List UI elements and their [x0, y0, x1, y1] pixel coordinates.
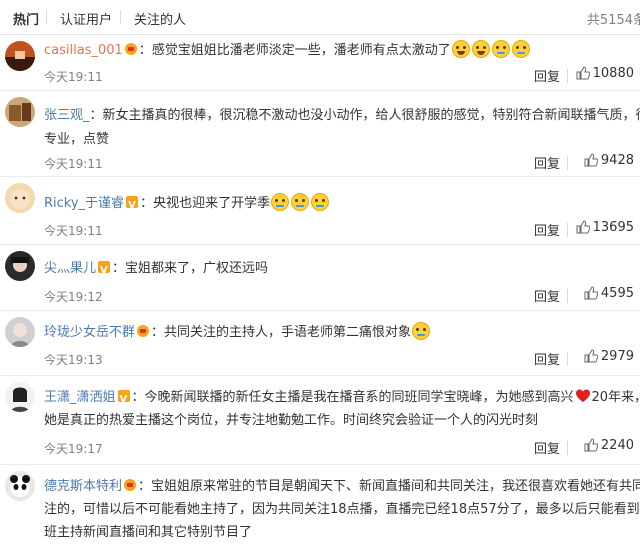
comment-time: 今天19:11 — [44, 70, 103, 84]
comment-tabs: 热门 认证用户 关注的人 共5154条 — [0, 0, 640, 35]
avatar[interactable] — [5, 97, 35, 127]
thumbs-up-icon — [576, 220, 590, 234]
laugh-cry-emoji-icon — [451, 40, 470, 58]
crying-emoji-icon — [311, 193, 330, 211]
like-button[interactable]: 2240 — [584, 438, 634, 453]
tab-divider — [120, 10, 121, 24]
comment-time: 今天19:11 — [44, 157, 103, 171]
reply-button[interactable]: 回复 — [534, 153, 560, 172]
crown-icon — [124, 479, 137, 491]
comment-text: ：今晚新闻联播的新任女主播是我在播音系的同班同学宝晓峰，为她感到高兴 — [131, 390, 574, 405]
avatar[interactable] — [5, 317, 35, 347]
comment-time: 今天19:17 — [44, 442, 103, 456]
divider — [567, 441, 568, 455]
username-link[interactable]: 德克斯本特利 — [44, 479, 122, 494]
thumbs-up-icon — [584, 438, 599, 452]
v-icon — [126, 194, 139, 218]
comment-time: 今天19:11 — [44, 224, 103, 238]
comment-item: 德克斯本特利 ：宝姐姐原来常驻的节目是朝闻天下、新闻直播间和共同关注，我还很喜欢看… — [0, 465, 640, 545]
like-count: 2240 — [600, 438, 634, 453]
username-link[interactable]: 张三观_ — [44, 108, 90, 123]
avatar[interactable] — [5, 471, 35, 501]
username-link[interactable]: casillas_001 — [44, 43, 123, 58]
comment-total-count: 共5154条 — [586, 13, 640, 28]
comment-item: Ricky_于谨睿 ：央视也迎来了开学季 今天19:11 回复 13695 — [0, 177, 640, 245]
like-button[interactable]: 10880 — [576, 66, 634, 81]
like-count: 13695 — [592, 220, 634, 235]
thumbs-up-icon — [576, 66, 590, 80]
thumbs-up-icon — [584, 153, 599, 167]
like-button[interactable]: 9428 — [584, 153, 634, 168]
tab-verified-users[interactable]: 认证用户 — [60, 9, 112, 28]
crying-emoji-icon — [271, 193, 290, 211]
username-link[interactable]: Ricky_于谨睿 — [44, 196, 124, 211]
thumbs-up-icon — [584, 286, 599, 300]
avatar[interactable] — [5, 41, 35, 71]
like-button[interactable]: 4595 — [584, 286, 634, 301]
laugh-cry-emoji-icon — [412, 322, 431, 340]
divider — [567, 289, 568, 303]
comment-text-end: 20年来， — [591, 390, 640, 405]
divider — [567, 352, 568, 366]
tab-following[interactable]: 关注的人 — [134, 9, 186, 28]
thumbs-up-icon — [584, 349, 599, 363]
username-link[interactable]: 玲珑少女岳不群 — [44, 325, 135, 340]
laugh-cry-emoji-icon — [471, 40, 490, 58]
avatar[interactable] — [5, 183, 35, 213]
like-button[interactable]: 2979 — [584, 349, 634, 364]
tab-hot[interactable]: 热门 — [13, 9, 39, 28]
reply-button[interactable]: 回复 — [534, 286, 560, 305]
like-count: 9428 — [600, 153, 634, 168]
laugh-cry-emoji-icon — [491, 40, 510, 58]
comment-text-continued: 班主持新闻直播间和其它特别节目了 — [44, 525, 253, 540]
like-count: 2979 — [600, 349, 634, 364]
tab-divider — [46, 10, 47, 24]
comment-text: ：央视也迎来了开学季 — [140, 196, 271, 211]
comment-time: 今天19:13 — [44, 353, 103, 367]
username-link[interactable]: 王潇_潇洒姐 — [44, 390, 116, 405]
divider — [567, 156, 568, 170]
comment-item: 尖灬果儿 ：宝姐都来了，广权还远吗 今天19:12 回复 4595 — [0, 245, 640, 311]
comment-item: 王潇_潇洒姐 ：今晚新闻联播的新任女主播是我在播音系的同班同学宝晓峰，为她感到高兴… — [0, 376, 640, 465]
divider — [567, 223, 568, 237]
comment-text: ：宝姐姐原来常驻的节目是朝闻天下、新闻直播间和共同关注，我还很喜欢看她还有共同关 — [138, 479, 640, 494]
avatar[interactable] — [5, 251, 35, 281]
heart-icon — [575, 389, 590, 402]
comment-text: ：共同关注的主持人，手语老师第二痛恨对象 — [151, 325, 412, 340]
reply-button[interactable]: 回复 — [534, 220, 560, 239]
crown-icon — [137, 325, 150, 337]
comment-text: ：宝姐都来了，广权还远吗 — [112, 261, 269, 276]
reply-button[interactable]: 回复 — [534, 66, 560, 85]
like-count: 10880 — [592, 66, 634, 81]
like-count: 4595 — [600, 286, 634, 301]
crown-icon — [124, 43, 137, 55]
avatar[interactable] — [5, 382, 35, 412]
divider — [567, 69, 568, 83]
comment-text-continued: 注的，可惜以后不可能看她主持了，因为共同关注18点播，直播完已经18点57分了，… — [44, 502, 640, 517]
comment-item: 玲珑少女岳不群 ：共同关注的主持人，手语老师第二痛恨对象 今天19:13 回复 2… — [0, 311, 640, 376]
reply-button[interactable]: 回复 — [534, 349, 560, 368]
comment-text: ：感觉宝姐姐比潘老师淡定一些，潘老师有点太激动了 — [138, 43, 451, 58]
comment-item: casillas_001 ：感觉宝姐姐比潘老师淡定一些，潘老师有点太激动了 今天1… — [0, 35, 640, 91]
comment-text-continued: 专业，点赞 — [44, 132, 110, 147]
username-link[interactable]: 尖灬果儿 — [44, 261, 96, 276]
laugh-cry-emoji-icon — [511, 40, 530, 58]
v-icon — [98, 259, 111, 283]
comment-item: 张三观_：新女主播真的很棒，很沉稳不激动也没小动作，给人很舒服的感觉，特别符合新… — [0, 91, 640, 177]
like-button[interactable]: 13695 — [576, 220, 634, 235]
reply-button[interactable]: 回复 — [534, 438, 560, 457]
comment-text-continued: 她是真正的热爱主播这个岗位，并专注地勤勉工作。时间终究会验证一个人的闪光时刻 — [44, 413, 539, 428]
comment-text: ：新女主播真的很棒，很沉稳不激动也没小动作，给人很舒服的感觉，特别符合新闻联播气… — [89, 108, 640, 123]
v-icon — [117, 388, 130, 412]
crying-emoji-icon — [291, 193, 310, 211]
comment-time: 今天19:12 — [44, 290, 103, 304]
